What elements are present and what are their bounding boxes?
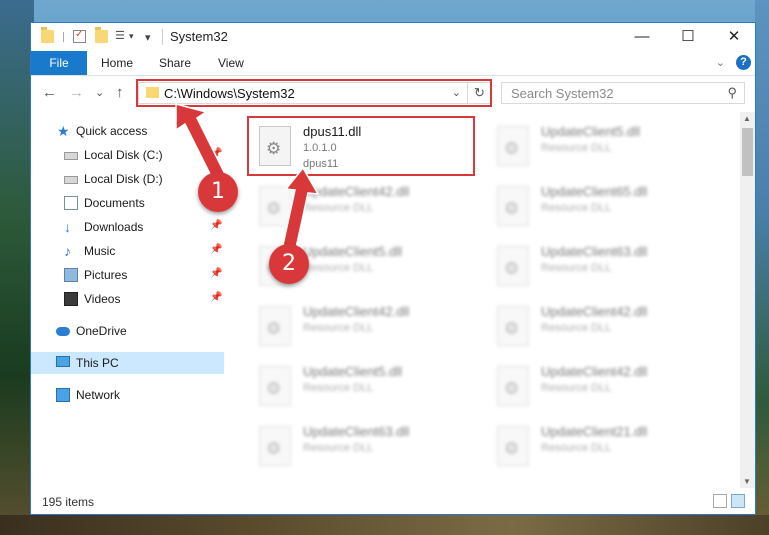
step2-badge: 2 <box>269 244 309 284</box>
step1-badge: 1 <box>198 172 238 212</box>
annotation-arrows <box>175 103 320 249</box>
step1-arrow <box>175 103 228 184</box>
step2-arrow <box>282 166 320 249</box>
